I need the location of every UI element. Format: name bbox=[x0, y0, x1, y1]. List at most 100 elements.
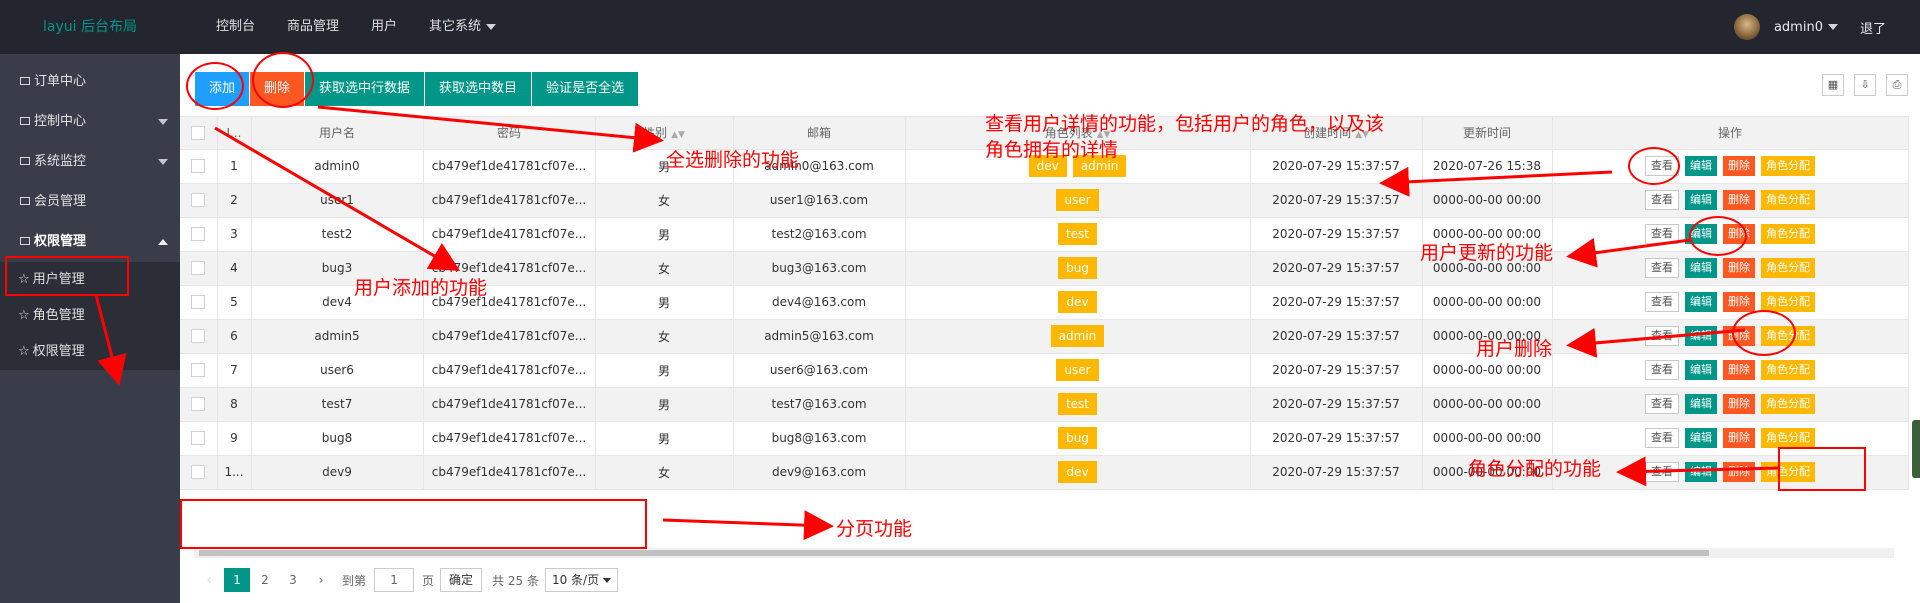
row-checkbox[interactable] bbox=[191, 465, 206, 480]
delete-row-button[interactable]: 删除 bbox=[1723, 190, 1755, 210]
table-row[interactable]: 1... dev9 cb479ef1de41781cf07e... 女 dev9@163… bbox=[180, 455, 1909, 490]
delete-row-button[interactable]: 删除 bbox=[1723, 258, 1755, 278]
page-2[interactable]: 2 bbox=[252, 568, 278, 592]
avatar[interactable] bbox=[1733, 14, 1760, 40]
page-1[interactable]: 1 bbox=[224, 568, 250, 592]
check-all-button[interactable]: 验证是否全选 bbox=[532, 72, 639, 106]
view-button[interactable]: 查看 bbox=[1645, 190, 1679, 210]
table-row[interactable]: 2 user1 cb479ef1de41781cf07e... 女 user1@163.… bbox=[180, 183, 1909, 218]
nav-products[interactable]: 商品管理 bbox=[271, 0, 355, 54]
view-button[interactable]: 查看 bbox=[1645, 428, 1679, 448]
assign-role-button[interactable]: 角色分配 bbox=[1761, 224, 1815, 244]
edit-button[interactable]: 编辑 bbox=[1685, 394, 1717, 414]
col-header-actions: 操作 bbox=[1552, 117, 1909, 150]
view-button[interactable]: 查看 bbox=[1645, 360, 1679, 380]
chevron-down-icon[interactable] bbox=[1827, 24, 1838, 30]
sidebar-item-control[interactable]: 控制中心 bbox=[0, 102, 180, 142]
goto-confirm-button[interactable]: 确定 bbox=[440, 568, 483, 592]
logout-link[interactable]: 退了 bbox=[1860, 18, 1886, 37]
cell-created: 2020-07-29 15:37:57 bbox=[1250, 183, 1423, 218]
sidebar-item-role-manage[interactable]: ☆ 角色管理 bbox=[0, 298, 180, 334]
sidebar-item-perm-manage[interactable]: ☆ 权限管理 bbox=[0, 334, 180, 370]
sidebar-item-orders[interactable]: 订单中心 bbox=[0, 62, 180, 102]
table-row[interactable]: 3 test2 cb479ef1de41781cf07e... 男 test2@163.… bbox=[180, 217, 1909, 252]
cell-created: 2020-07-29 15:37:57 bbox=[1250, 217, 1423, 252]
row-select-cell bbox=[180, 285, 218, 320]
page-size-select[interactable]: 10 条/页 bbox=[544, 568, 619, 592]
edit-button[interactable]: 编辑 bbox=[1685, 258, 1717, 278]
get-checked-rows-button[interactable]: 获取选中行数据 bbox=[305, 72, 425, 106]
row-checkbox[interactable] bbox=[191, 295, 206, 310]
highlight-pagination bbox=[180, 499, 647, 549]
row-checkbox[interactable] bbox=[191, 227, 206, 242]
edit-button[interactable]: 编辑 bbox=[1685, 428, 1717, 448]
assign-role-button[interactable]: 角色分配 bbox=[1761, 292, 1815, 312]
page-3[interactable]: 3 bbox=[280, 568, 306, 592]
delete-row-button[interactable]: 删除 bbox=[1723, 394, 1755, 414]
view-button[interactable]: 查看 bbox=[1645, 326, 1679, 346]
nav-console[interactable]: 控制台 bbox=[200, 0, 271, 54]
assign-role-button[interactable]: 角色分配 bbox=[1761, 190, 1815, 210]
edit-button[interactable]: 编辑 bbox=[1685, 292, 1717, 312]
cell-id: 1... bbox=[217, 455, 252, 490]
view-button[interactable]: 查看 bbox=[1645, 394, 1679, 414]
sidebar-item-label: 会员管理 bbox=[34, 194, 87, 209]
row-checkbox[interactable] bbox=[191, 329, 206, 344]
table-row[interactable]: 9 bug8 cb479ef1de41781cf07e... 男 bug8@163.co… bbox=[180, 421, 1909, 456]
side-panel-handle[interactable] bbox=[1912, 420, 1920, 478]
sidebar-item-members[interactable]: 会员管理 bbox=[0, 182, 180, 222]
sidebar-item-monitor[interactable]: 系统监控 bbox=[0, 142, 180, 182]
delete-row-button[interactable]: 删除 bbox=[1723, 292, 1755, 312]
row-select-cell bbox=[180, 251, 218, 286]
delete-row-button[interactable]: 删除 bbox=[1723, 462, 1755, 482]
view-button[interactable]: 查看 bbox=[1645, 462, 1679, 482]
row-checkbox[interactable] bbox=[191, 397, 206, 412]
assign-role-button[interactable]: 角色分配 bbox=[1761, 394, 1815, 414]
cell-username: user1 bbox=[251, 183, 424, 218]
delete-row-button[interactable]: 删除 bbox=[1723, 428, 1755, 448]
edit-button[interactable]: 编辑 bbox=[1685, 190, 1717, 210]
cell-email: bug3@163.com bbox=[733, 251, 906, 286]
row-checkbox[interactable] bbox=[191, 431, 206, 446]
scrollbar-thumb[interactable] bbox=[199, 550, 1709, 556]
table-row[interactable]: 8 test7 cb479ef1de41781cf07e... 男 test7@163.… bbox=[180, 387, 1909, 422]
nav-other-label: 其它系统 bbox=[429, 19, 482, 34]
edit-button[interactable]: 编辑 bbox=[1685, 326, 1717, 346]
view-button[interactable]: 查看 bbox=[1645, 224, 1679, 244]
nav-users[interactable]: 用户 bbox=[355, 0, 413, 54]
highlight-delete-button bbox=[252, 52, 314, 108]
view-button[interactable]: 查看 bbox=[1645, 292, 1679, 312]
edit-button[interactable]: 编辑 bbox=[1685, 156, 1717, 176]
goto-page-input[interactable]: 1 bbox=[374, 568, 415, 592]
table-row[interactable]: 7 user6 cb479ef1de41781cf07e... 男 user6@163.… bbox=[180, 353, 1909, 388]
row-checkbox[interactable] bbox=[191, 261, 206, 276]
select-all-checkbox[interactable] bbox=[191, 126, 206, 140]
assign-role-button[interactable]: 角色分配 bbox=[1761, 360, 1815, 380]
view-button[interactable]: 查看 bbox=[1645, 258, 1679, 278]
sort-icon[interactable]: ▲▼ bbox=[671, 130, 685, 140]
columns-icon[interactable]: ▦ bbox=[1822, 74, 1844, 96]
edit-button[interactable]: 编辑 bbox=[1685, 462, 1717, 482]
next-page-button[interactable]: › bbox=[308, 568, 334, 592]
nav-other-systems[interactable]: 其它系统 bbox=[413, 0, 512, 54]
edit-button[interactable]: 编辑 bbox=[1685, 360, 1717, 380]
prev-page-button[interactable]: ‹ bbox=[196, 568, 222, 592]
table-row[interactable]: 6 admin5 cb479ef1de41781cf07e... 女 admin5@16… bbox=[180, 319, 1909, 354]
get-checked-count-button[interactable]: 获取选中数目 bbox=[425, 72, 532, 106]
delete-row-button[interactable]: 删除 bbox=[1723, 156, 1755, 176]
annotation-role-assign: 角色分配的功能 bbox=[1468, 458, 1602, 480]
role-badge: test bbox=[1057, 223, 1098, 245]
export-icon[interactable]: ⇩ bbox=[1854, 74, 1876, 96]
assign-role-button[interactable]: 角色分配 bbox=[1761, 428, 1815, 448]
delete-row-button[interactable]: 删除 bbox=[1723, 360, 1755, 380]
row-checkbox[interactable] bbox=[191, 159, 206, 174]
username[interactable]: admin0 bbox=[1774, 20, 1823, 35]
assign-role-button[interactable]: 角色分配 bbox=[1761, 156, 1815, 176]
row-checkbox[interactable] bbox=[191, 363, 206, 378]
print-icon[interactable]: ⎙ bbox=[1886, 74, 1908, 96]
total-count: 共 25 条 bbox=[492, 573, 539, 588]
row-checkbox[interactable] bbox=[191, 193, 206, 208]
col-header-id[interactable]: I... bbox=[217, 117, 252, 150]
assign-role-button[interactable]: 角色分配 bbox=[1761, 258, 1815, 278]
horizontal-scrollbar[interactable] bbox=[194, 548, 1894, 558]
